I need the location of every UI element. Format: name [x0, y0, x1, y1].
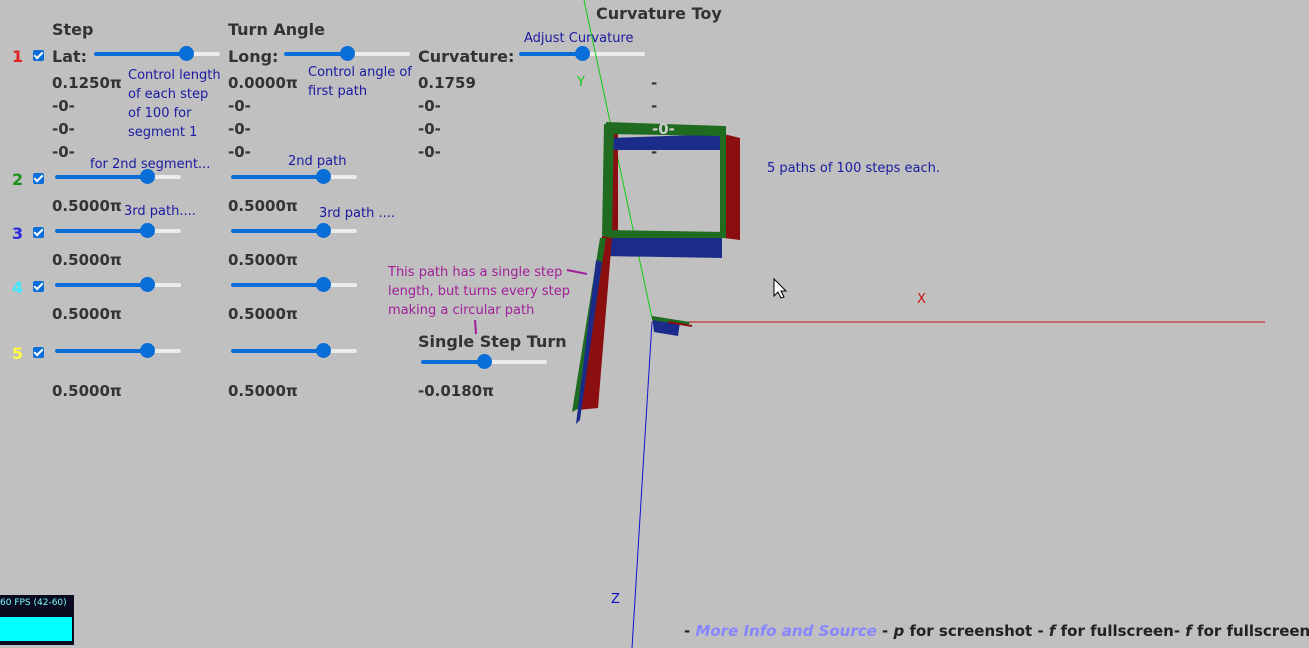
ribbon-red — [724, 134, 740, 240]
z-axis-line — [631, 321, 653, 648]
ribbon-green — [720, 126, 726, 236]
note-pointer — [474, 319, 477, 335]
ribbon-green — [602, 124, 614, 236]
z-axis-label: Z — [611, 592, 620, 607]
x-axis-label: X — [917, 292, 926, 307]
footer-fullscreen-text: for fullscreen- — [1055, 622, 1186, 640]
footer-sep: - — [684, 622, 696, 640]
footer-sep: - — [876, 622, 894, 640]
path-ribbons — [572, 122, 740, 424]
footer-screenshot-text: for screenshot - — [904, 622, 1049, 640]
ribbon-blue — [602, 236, 722, 258]
3d-viewport[interactable] — [0, 0, 1309, 648]
fps-text: 60 FPS (42-60) — [0, 598, 67, 608]
note-pointer — [566, 269, 588, 275]
more-info-link[interactable]: More Info and Source — [695, 622, 876, 640]
y-axis-label: Y — [577, 75, 585, 90]
cursor-icon — [773, 277, 788, 299]
fps-graph — [0, 617, 72, 641]
zero-marker: -0- — [652, 120, 675, 138]
footer-bar: - More Info and Source - p for screensho… — [684, 622, 1309, 640]
ribbon-green — [604, 230, 726, 238]
footer-fullscreen-text: for fullscreen — [1191, 622, 1309, 640]
key-p: p — [893, 622, 905, 640]
fps-monitor[interactable]: 60 FPS (42-60) — [0, 595, 74, 645]
